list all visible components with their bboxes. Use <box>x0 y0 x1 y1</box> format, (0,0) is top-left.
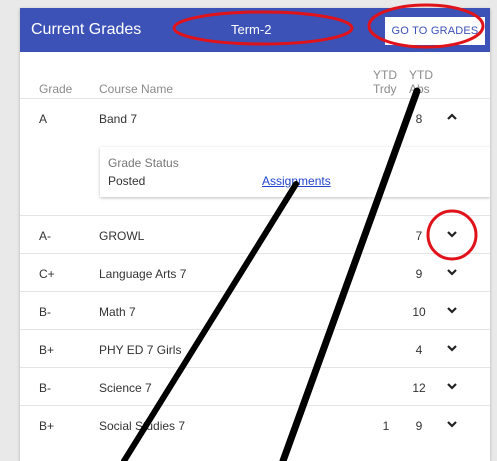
grade-cell: B- <box>39 305 51 319</box>
grade-cell: A- <box>39 229 51 243</box>
course-cell: PHY ED 7 Girls <box>99 343 182 357</box>
table-row[interactable]: B- Math 7 10 <box>20 291 490 329</box>
ytd-abs-cell: 7 <box>415 229 423 243</box>
ytd-abs-header-line2: Abs <box>409 82 430 96</box>
current-grades-card: Current Grades Term-2 GO TO GRADES Grade… <box>20 8 490 461</box>
ytd-abs-cell: 9 <box>415 267 423 281</box>
ytd-abs-cell: 8 <box>415 112 423 126</box>
ytd-abs-cell: 4 <box>415 343 423 357</box>
table-row[interactable]: C+ Language Arts 7 9 <box>20 253 490 291</box>
go-to-grades-button[interactable]: GO TO GRADES <box>385 17 485 45</box>
table-header: Grade Course Name YTD Trdy YTD Abs <box>20 68 490 98</box>
chevron-down-icon[interactable] <box>445 303 459 317</box>
ytd-abs-cell: 12 <box>412 381 426 395</box>
chevron-down-icon[interactable] <box>445 341 459 355</box>
chevron-down-icon[interactable] <box>445 227 459 241</box>
course-cell: Science 7 <box>99 381 152 395</box>
card-title: Current Grades <box>31 21 142 38</box>
grade-cell: B- <box>39 381 51 395</box>
assignments-link[interactable]: Assignments <box>262 174 331 188</box>
ytd-abs-cell: 10 <box>412 305 426 319</box>
grade-column-header: Grade <box>39 82 73 96</box>
ytd-trdy-header-line1: YTD <box>373 68 397 82</box>
chevron-up-icon[interactable] <box>445 110 459 124</box>
grade-cell: C+ <box>39 267 55 281</box>
course-cell: Band 7 <box>99 112 138 126</box>
grade-detail-panel: Grade Status Posted Assignments <box>100 147 490 197</box>
chevron-down-icon[interactable] <box>445 265 459 279</box>
course-cell: Language Arts 7 <box>99 267 187 281</box>
card-header: Current Grades Term-2 GO TO GRADES <box>20 8 490 52</box>
course-column-header: Course Name <box>99 82 174 96</box>
grade-status-label: Grade Status <box>108 156 179 170</box>
table-row[interactable]: B+ PHY ED 7 Girls 4 <box>20 329 490 367</box>
grade-cell: B+ <box>39 343 55 357</box>
table-row[interactable]: B+ Social Studies 7 1 9 <box>20 405 490 443</box>
ytd-trdy-cell: 1 <box>382 419 390 433</box>
table-row[interactable]: B- Science 7 12 <box>20 367 490 405</box>
ytd-trdy-header-line2: Trdy <box>373 82 397 96</box>
course-cell: Math 7 <box>99 305 136 319</box>
course-cell: GROWL <box>99 229 145 243</box>
grade-status-value: Posted <box>108 174 146 188</box>
ytd-abs-cell: 9 <box>415 419 423 433</box>
ytd-abs-header-line1: YTD <box>409 68 433 82</box>
grade-cell: A <box>39 112 48 126</box>
chevron-down-icon[interactable] <box>445 379 459 393</box>
term-label: Term-2 <box>231 22 272 37</box>
grade-cell: B+ <box>39 419 55 433</box>
table-row[interactable]: A Band 7 8 <box>20 98 490 136</box>
table-row[interactable]: A- GROWL 7 <box>20 215 490 253</box>
course-cell: Social Studies 7 <box>99 419 186 433</box>
chevron-down-icon[interactable] <box>445 417 459 431</box>
